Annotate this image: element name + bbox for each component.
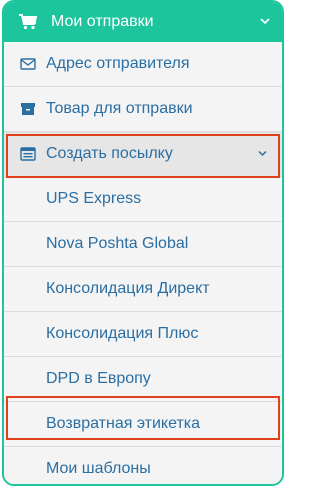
menu-item-label: Создать посылку bbox=[46, 145, 173, 162]
menu-item-sender-address[interactable]: Адрес отправителя bbox=[4, 42, 282, 87]
submenu-item-consolidation-plus[interactable]: Консолидация Плюс bbox=[4, 312, 282, 357]
menu-item-goods-for-shipment[interactable]: Товар для отправки bbox=[4, 87, 282, 132]
chevron-down-icon bbox=[260, 18, 270, 25]
submenu-item-label: Nova Poshta Global bbox=[46, 235, 189, 252]
menu-header-my-shipments[interactable]: Мои отправки bbox=[4, 2, 282, 42]
submenu-item-label: Консолидация Директ bbox=[46, 280, 210, 297]
shopping-cart-icon bbox=[19, 14, 37, 30]
menu-item-create-parcel[interactable]: Создать посылку bbox=[4, 132, 282, 177]
submenu-item-label: Возвратная этикетка bbox=[46, 415, 201, 432]
chevron-down-icon bbox=[258, 150, 267, 157]
submenu-item-dpd-europe[interactable]: DPD в Европу bbox=[4, 357, 282, 402]
submenu-item-nova-poshta-global[interactable]: Nova Poshta Global bbox=[4, 222, 282, 267]
menu-item-label: Товар для отправки bbox=[46, 100, 193, 117]
submenu-item-label: UPS Express bbox=[46, 190, 142, 207]
menu-header-label: Мои отправки bbox=[51, 13, 154, 30]
menu-item-label: Адрес отправителя bbox=[46, 55, 190, 72]
submenu-item-label: DPD в Европу bbox=[46, 370, 151, 387]
submenu-item-return-label[interactable]: Возвратная этикетка bbox=[4, 402, 282, 447]
archive-box-icon bbox=[21, 103, 35, 115]
submenu-item-consolidation-direct[interactable]: Консолидация Директ bbox=[4, 267, 282, 312]
submenu-item-label: Мои шаблоны bbox=[46, 460, 151, 477]
envelope-icon bbox=[20, 58, 36, 70]
submenu-item-ups-express[interactable]: UPS Express bbox=[4, 177, 282, 222]
submenu-item-label: Консолидация Плюс bbox=[46, 325, 199, 342]
submenu-item-my-templates[interactable]: Мои шаблоны bbox=[4, 447, 282, 484]
list-alt-icon bbox=[20, 147, 36, 161]
shipments-menu: Мои отправки Адрес отправителя Товар для… bbox=[2, 0, 284, 486]
